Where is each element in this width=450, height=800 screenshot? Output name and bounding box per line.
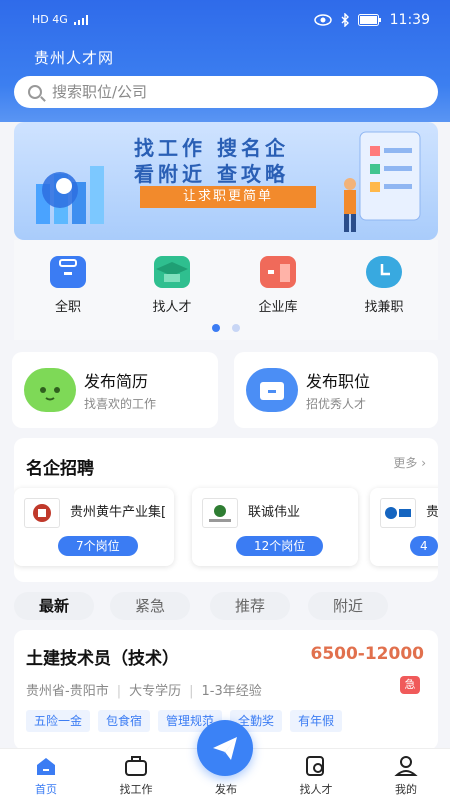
company-logo <box>24 498 60 528</box>
job-education: 大专学历 <box>109 680 181 699</box>
paper-plane-icon <box>213 737 237 760</box>
talent-search-icon <box>304 755 328 777</box>
carousel-dot-active <box>212 324 220 332</box>
company-logo <box>202 498 238 528</box>
bluetooth-icon <box>341 13 349 27</box>
action-title: 发布职位 <box>306 372 371 391</box>
more-label: 更多 <box>393 456 418 470</box>
graduation-cap-icon <box>154 256 190 288</box>
user-icon <box>394 755 418 777</box>
signal-icon <box>73 14 88 25</box>
eye-icon <box>313 14 332 26</box>
tab-latest[interactable]: 最新 <box>14 592 94 620</box>
clock: 11:39 <box>389 12 430 28</box>
urgent-badge: 急 <box>400 676 420 694</box>
category-find-talent[interactable]: 找人才 <box>132 256 212 315</box>
signal-indicators: HD 4G <box>32 13 90 26</box>
positions-button[interactable]: 7个岗位 <box>58 536 138 556</box>
status-bar: HD 4G 11:39 <box>0 0 450 40</box>
briefcase-icon <box>124 755 148 777</box>
post-job-card[interactable]: 发布职位 招优秀人才 <box>234 352 438 428</box>
nav-label: 找工作 <box>119 783 153 796</box>
nav-label: 找人才 <box>299 783 333 796</box>
job-tag: 有年假 <box>290 710 343 732</box>
company-name: 贵州黄牛产业集[ <box>70 505 167 520</box>
bar-chart-illustration <box>36 166 104 224</box>
action-title: 发布简历 <box>84 372 149 391</box>
company-name: 贵 <box>426 505 438 520</box>
more-link[interactable]: 更多 › <box>393 454 426 471</box>
nav-find-job[interactable]: 找工作 <box>96 755 176 797</box>
promo-banner[interactable]: 找工作 搜名企 看附近 查攻略 让求职更简单 <box>14 122 438 240</box>
action-subtitle: 招优秀人才 <box>306 397 367 411</box>
tab-urgent[interactable]: 紧急 <box>110 592 190 620</box>
company-icon <box>260 256 296 288</box>
briefcase-icon <box>50 256 86 288</box>
famous-companies-section: 名企招聘 更多 › 贵州黄牛产业集[ 7个岗位 联诚伟业 12个岗位 贵 4 <box>14 438 438 582</box>
section-title: 名企招聘 <box>26 459 94 479</box>
job-tags: 五险一金 包食宿 管理规范 全勤奖 有年假 <box>26 710 343 732</box>
company-card[interactable]: 联诚伟业 12个岗位 <box>192 488 358 566</box>
category-full-time[interactable]: 全职 <box>28 256 108 315</box>
search-bar[interactable] <box>14 76 438 108</box>
category-panel: 全职 找人才 企业库 找兼职 <box>14 240 438 340</box>
job-salary: 6500-12000 <box>310 644 424 664</box>
nav-find-talent[interactable]: 找人才 <box>276 755 356 797</box>
action-subtitle: 找喜欢的工作 <box>84 397 157 411</box>
category-part-time[interactable]: 找兼职 <box>344 256 424 315</box>
company-card[interactable]: 贵州黄牛产业集[ 7个岗位 <box>14 488 174 566</box>
category-company-library[interactable]: 企业库 <box>238 256 318 315</box>
nav-label: 发布 <box>215 783 237 796</box>
folder-icon <box>246 368 298 412</box>
nav-home[interactable]: 首页 <box>6 755 86 797</box>
status-right: 11:39 <box>313 12 430 28</box>
category-label: 找兼职 <box>364 300 404 315</box>
app-title: 贵州人才网 <box>34 49 115 67</box>
banner-line1: 找工作 搜名企 <box>134 136 289 160</box>
positions-button[interactable]: 4 <box>410 536 438 556</box>
job-experience: 1-3年经验 <box>181 680 262 699</box>
job-title: 土建技术员（技术） <box>26 649 179 669</box>
nav-profile[interactable]: 我的 <box>366 755 446 797</box>
job-location: 贵州省-贵阳市 <box>26 684 109 699</box>
banner-slogan: 让求职更简单 <box>140 186 316 208</box>
battery-icon <box>357 14 381 26</box>
tab-recommended[interactable]: 推荐 <box>210 592 290 620</box>
chevron-right-icon: › <box>421 456 426 470</box>
network-label: HD 4G <box>32 13 68 26</box>
job-tag: 包食宿 <box>98 710 151 732</box>
banner-line2: 看附近 查攻略 <box>134 162 289 186</box>
post-resume-card[interactable]: 发布简历 找喜欢的工作 <box>12 352 218 428</box>
part-time-icon <box>366 256 402 288</box>
tab-nearby[interactable]: 附近 <box>308 592 388 620</box>
category-label: 企业库 <box>258 300 298 315</box>
company-logo <box>380 498 416 528</box>
carousel-dot <box>232 324 240 332</box>
company-card[interactable]: 贵 4 <box>370 488 438 566</box>
nav-label: 首页 <box>35 783 57 796</box>
resume-face-icon <box>24 368 76 412</box>
job-meta: 贵州省-贵阳市 大专学历 1-3年经验 <box>26 680 262 699</box>
search-input[interactable] <box>52 83 392 101</box>
company-name: 联诚伟业 <box>248 505 301 520</box>
search-icon <box>28 85 42 99</box>
job-tag: 五险一金 <box>26 710 91 732</box>
home-icon <box>34 755 58 777</box>
job-filter-tabs: 最新 紧急 推荐 附近 <box>14 592 438 620</box>
post-fab-button[interactable] <box>197 720 253 776</box>
category-label: 全职 <box>54 300 81 315</box>
category-label: 找人才 <box>152 300 192 315</box>
carousel-dots <box>212 324 240 332</box>
nav-label: 我的 <box>395 783 417 796</box>
phone-person-illustration <box>344 131 421 232</box>
positions-button[interactable]: 12个岗位 <box>236 536 324 556</box>
